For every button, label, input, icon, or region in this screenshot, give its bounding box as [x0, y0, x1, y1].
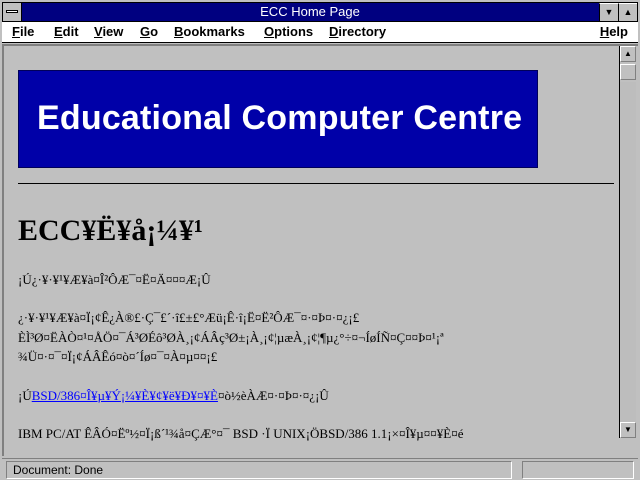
- menu-edit-mnemonic: E: [54, 24, 63, 39]
- menu-bookmarks-label: ookmarks: [183, 24, 245, 39]
- news-line-1: ¡Ú¿·¥·¥¹¥Æ¥à¤Î²ÔÆ¯¤Ë¤Ä¤¤¤Æ¡Û: [18, 272, 211, 287]
- menu-options[interactable]: Options: [264, 24, 313, 39]
- menu-edit[interactable]: Edit: [54, 24, 79, 39]
- content-frame: Educational Computer Centre ECC¥Ë¥å¡¼¥¹ …: [2, 44, 638, 456]
- menu-go-mnemonic: G: [140, 24, 151, 39]
- scroll-down-icon: ▼: [624, 425, 632, 434]
- title-bar[interactable]: ECC Home Page ▼ ▲: [2, 2, 638, 22]
- menu-bookmarks[interactable]: Bookmarks: [174, 24, 245, 39]
- news-line-4: ¾Ü¤·¤¯¤Ï¡¢ÁÂÊó¤ò¤´Íø¤¯¤À¤µ¤¤¡£: [18, 349, 218, 364]
- menu-go-label: o: [150, 24, 159, 39]
- scroll-up-icon: ▲: [624, 49, 632, 58]
- menu-go[interactable]: Go: [140, 24, 158, 39]
- window-title: ECC Home Page: [260, 4, 360, 19]
- page-heading: ECC¥Ë¥å¡¼¥¹: [18, 214, 203, 247]
- ecc-banner-image: Educational Computer Centre: [18, 70, 538, 168]
- banner-title: Educational Computer Centre: [37, 99, 523, 137]
- menu-directory-mnemonic: D: [329, 24, 339, 39]
- news-line-3: ÈÌ³Ø¤ËÀÒ¤¹¤ÅÖ¤¯Á³ØÉô³ØÀ¸¡¢ÁÂç³Ø±¡À¸¡¢¦µæ…: [18, 330, 444, 345]
- menu-directory[interactable]: Directory: [329, 24, 386, 39]
- menu-help[interactable]: Help: [600, 24, 628, 39]
- menu-view[interactable]: View: [94, 24, 123, 39]
- system-menu-button[interactable]: [3, 3, 22, 21]
- menu-directory-label: irectory: [338, 24, 387, 39]
- news-line-5: ¡ÚBSD/386¤Î¥µ¥Ý¡¼¥È¥¢¥ë¥Ð¥¤¥È¤ò½èÀÆ¤·¤Þ¤…: [18, 388, 329, 404]
- menu-options-mnemonic: O: [264, 24, 275, 39]
- vertical-scrollbar[interactable]: ▲ ▼: [619, 46, 636, 438]
- menu-options-label: ptions: [274, 24, 314, 39]
- page-content[interactable]: Educational Computer Centre ECC¥Ë¥å¡¼¥¹ …: [6, 50, 620, 442]
- scroll-track[interactable]: [620, 82, 636, 422]
- menu-file-mnemonic: F: [12, 24, 20, 39]
- progress-indicator: [522, 461, 634, 479]
- bsd386-link[interactable]: BSD/386¤Î¥µ¥Ý¡¼¥È¥¢¥ë¥Ð¥¤¥È: [32, 388, 218, 403]
- maximize-button[interactable]: ▲: [618, 3, 637, 21]
- menu-edit-label: dit: [62, 24, 79, 39]
- line5-prefix: ¡Ú: [18, 388, 32, 403]
- menu-view-label: iew: [102, 24, 124, 39]
- menu-file-label: ile: [19, 24, 35, 39]
- line5-suffix: ¤ò½èÀÆ¤·¤Þ¤·¤¿¡Û: [217, 388, 329, 403]
- horizontal-rule: [18, 183, 614, 184]
- status-text: Document: Done: [6, 461, 512, 479]
- minimize-button[interactable]: ▼: [599, 3, 618, 21]
- menu-bar: File Edit View Go Bookmarks Options Dire…: [2, 22, 638, 43]
- system-menu-icon: [6, 10, 18, 13]
- scroll-down-button[interactable]: ▼: [620, 422, 636, 438]
- news-line-6: IBM PC/AT ÊÂÓ¤Ëº½¤Ï¡ß´¹¾å¤ÇÆ°¤¯ BSD ·Ï U…: [18, 426, 464, 441]
- news-line-2: ¿·¥·¥¹¥Æ¥à¤Ï¡¢Ê¿À®£·Ç¯£´·î£±£°Æü¡Ê·î¡Ë¤Ë…: [18, 310, 360, 325]
- menu-file[interactable]: File: [12, 24, 34, 39]
- browser-window: ECC Home Page ▼ ▲ File Edit View Go Book…: [0, 0, 640, 480]
- status-bar: Document: Done: [2, 458, 638, 480]
- scroll-thumb[interactable]: [620, 64, 636, 80]
- menu-help-mnemonic: H: [599, 24, 610, 39]
- menu-help-label: elp: [609, 24, 628, 39]
- menu-bookmarks-mnemonic: B: [174, 24, 184, 39]
- scroll-up-button[interactable]: ▲: [620, 46, 636, 62]
